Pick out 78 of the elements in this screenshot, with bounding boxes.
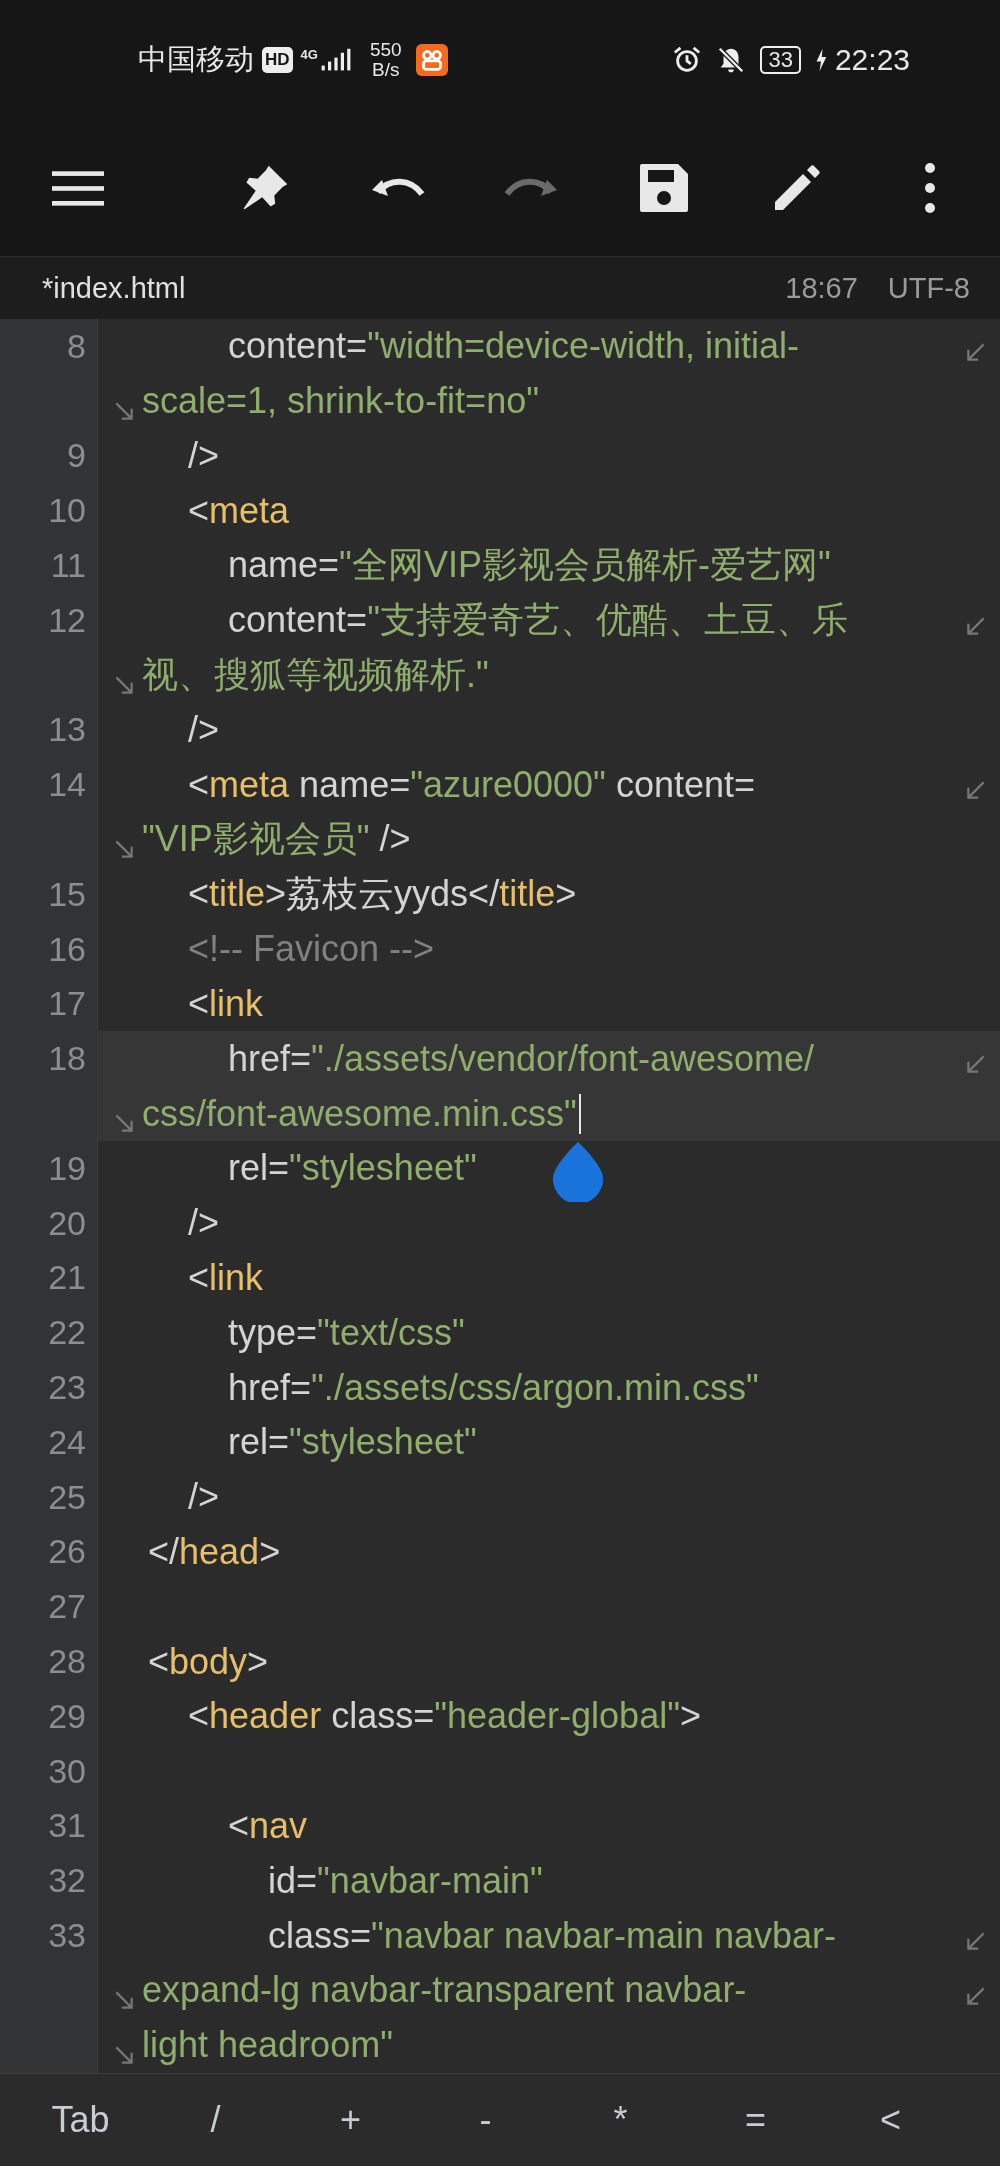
- code-line: <link: [187, 982, 264, 1025]
- code-line: <header class="header-global">: [187, 1695, 701, 1738]
- code-line: name="全网VIP影视会员解析-爱艺网": [227, 543, 831, 588]
- line-number: 20: [48, 1203, 86, 1243]
- app-icon: [415, 44, 448, 76]
- line-number: 28: [48, 1642, 86, 1681]
- code-line: "VIP影视会员" />: [142, 817, 411, 862]
- carrier-name: 中国移动: [138, 42, 254, 77]
- code-line: <!-- Favicon -->: [187, 928, 435, 971]
- code-line: scale=1, shrink-to-fit=no": [142, 380, 539, 423]
- symbol-key[interactable]: Tab: [13, 2091, 148, 2149]
- line-number: 18: [48, 1039, 86, 1079]
- file-name: *index.html: [42, 271, 186, 305]
- symbol-key[interactable]: +: [283, 2091, 418, 2149]
- code-line: css/font-awesome.min.css": [142, 1092, 577, 1135]
- code-line: href="./assets/css/argon.min.css": [227, 1366, 759, 1409]
- line-number: 31: [48, 1806, 86, 1846]
- line-number: 30: [48, 1751, 86, 1791]
- line-number: 23: [48, 1368, 86, 1408]
- hd-badge: HD: [262, 47, 293, 73]
- code-line: />: [187, 708, 220, 751]
- code-line: content="支持爱奇艺、优酷、土豆、乐: [227, 597, 848, 642]
- code-line: 视、搜狐等视频解析.": [142, 652, 489, 697]
- code-line: <meta name="azure0000" content=: [187, 763, 755, 806]
- line-number: 33: [48, 1916, 86, 1955]
- cursor-position: 18:67: [785, 271, 858, 305]
- code-line: expand-lg navbar-transparent navbar-: [142, 1969, 747, 2012]
- line-number: 29: [48, 1696, 86, 1736]
- line-number: 22: [48, 1313, 86, 1353]
- line-number: 24: [48, 1422, 86, 1462]
- line-number: 26: [48, 1532, 86, 1572]
- line-number: 16: [48, 929, 86, 969]
- line-number: 19: [48, 1148, 86, 1188]
- code-line: <title>荔枝云yyds</title>: [187, 871, 577, 916]
- symbol-key[interactable]: =: [688, 2091, 823, 2149]
- network-type: 4G: [300, 47, 318, 62]
- symbol-key[interactable]: *: [553, 2091, 688, 2149]
- signal-icon: [319, 47, 352, 73]
- code-line: </head>: [147, 1530, 281, 1573]
- line-number: 13: [48, 710, 86, 750]
- code-line: type="text/css": [227, 1311, 465, 1354]
- code-line: content="width=device-width, initial-: [227, 325, 800, 368]
- code-line: />: [187, 1202, 220, 1245]
- line-number: 8: [67, 326, 86, 366]
- save-icon: [637, 162, 690, 214]
- more-icon: [923, 162, 936, 214]
- line-number: 12: [48, 600, 86, 640]
- symbol-key[interactable]: -: [418, 2091, 553, 2149]
- clock-time: 22:23: [834, 43, 910, 77]
- line-number: 32: [48, 1861, 86, 1901]
- symbol-key[interactable]: <: [823, 2091, 958, 2149]
- code-line: <meta: [187, 489, 290, 532]
- code-line: <link: [187, 1256, 264, 1299]
- line-number: 21: [48, 1258, 86, 1298]
- code-line: <body>: [147, 1640, 269, 1683]
- file-encoding: UTF-8: [887, 271, 970, 305]
- symbol-key[interactable]: /: [148, 2091, 283, 2149]
- line-number: 27: [48, 1587, 86, 1627]
- code-line: />: [187, 1476, 220, 1519]
- code-line: rel="stylesheet": [227, 1421, 477, 1464]
- line-number: 11: [50, 546, 86, 586]
- line-number: 17: [48, 984, 86, 1024]
- code-line: class="navbar navbar-main navbar-: [267, 1914, 837, 1957]
- line-number: 9: [67, 436, 86, 476]
- battery-indicator: 33: [760, 46, 801, 74]
- line-number: 14: [48, 765, 86, 805]
- code-line: rel="stylesheet": [227, 1147, 477, 1190]
- code-line: href="./assets/vendor/font-awesome/: [227, 1037, 815, 1080]
- speed-unit: B/s: [372, 60, 400, 80]
- speed-value: 550: [369, 40, 402, 60]
- code-line: />: [187, 435, 220, 477]
- code-line: id="navbar-main": [267, 1859, 543, 1902]
- code-line: light headroom": [142, 2024, 393, 2067]
- line-number: 10: [48, 491, 86, 531]
- line-number: 15: [48, 874, 86, 914]
- line-number: 25: [48, 1477, 86, 1517]
- alarm-icon: [672, 45, 703, 75]
- code-line: <nav: [227, 1804, 308, 1847]
